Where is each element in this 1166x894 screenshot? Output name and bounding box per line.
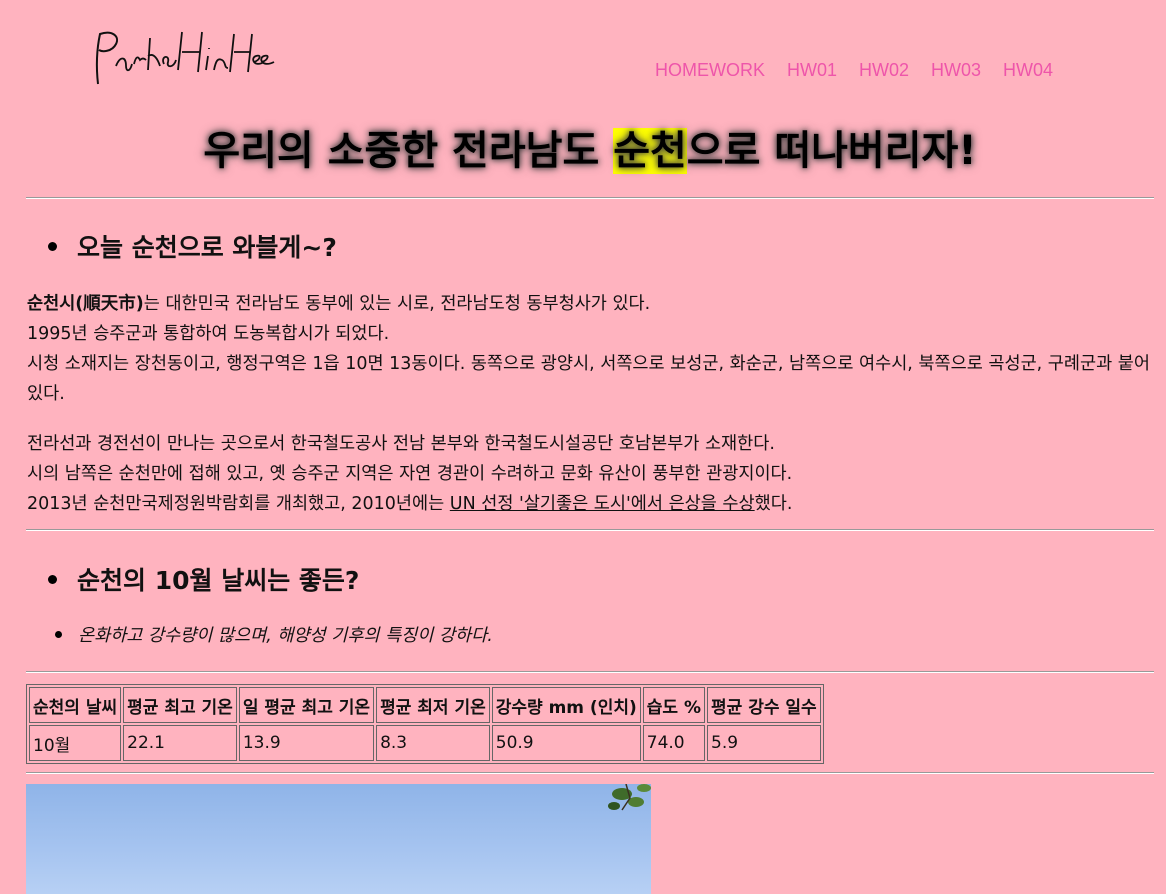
table-header: 평균 최고 기온	[123, 687, 237, 723]
table-row: 10월 22.1 13.9 8.3 50.9 74.0 5.9	[29, 725, 821, 761]
table-cell: 10월	[29, 725, 122, 761]
un-award-link[interactable]: UN 선정 '살기좋은 도시'에서 은상을 수상	[450, 494, 755, 514]
title-before: 우리의 소중한 전라남도	[203, 128, 614, 174]
nav-hw03[interactable]: HW03	[931, 60, 981, 81]
divider	[26, 772, 1154, 774]
table-header: 평균 최저 기온	[376, 687, 490, 723]
title-after: 으로 떠나버리자!	[686, 128, 977, 174]
city-name-bold: 순천시(順天市)	[27, 294, 144, 314]
bullet-icon	[48, 574, 57, 584]
table-cell: 22.1	[123, 725, 237, 761]
para2-line3-start: 2013년 순천만국제정원박람회를 개최했고, 2010년에는	[27, 494, 450, 514]
table-cell: 50.9	[491, 725, 641, 761]
section1-para1: 순천시(順天市)는 대한민국 전라남도 동부에 있는 시로, 전라남도청 동부청…	[27, 289, 1152, 409]
title-highlight: 순천	[613, 128, 687, 174]
table-header: 습도 %	[642, 687, 705, 723]
weather-table: 순천의 날씨 평균 최고 기온 일 평균 최고 기온 평균 최저 기온 강수량 …	[26, 684, 824, 764]
para1-line2: 1995년 승주군과 통합하여 도농복합시가 되었다.	[27, 324, 390, 344]
climate-item: 온화하고 강수량이 많으며, 해양성 기후의 특징이 강하다.	[55, 622, 493, 647]
section1-heading-text: 오늘 순천으로 와블게~?	[77, 233, 337, 262]
nav-homework[interactable]: HOMEWORK	[655, 60, 765, 81]
section1-heading: 오늘 순천으로 와블게~?	[48, 228, 337, 264]
table-header-row: 순천의 날씨 평균 최고 기온 일 평균 최고 기온 평균 최저 기온 강수량 …	[29, 687, 821, 723]
section1-para2: 전라선과 경전선이 만나는 곳으로서 한국철도공사 전남 본부와 한국철도시설공…	[27, 429, 1152, 519]
divider	[26, 529, 1154, 531]
section2-heading-text: 순천의 10월 날씨는 좋든?	[77, 566, 360, 595]
tree-leaves-icon	[608, 784, 651, 811]
table-header: 평균 강수 일수	[707, 687, 821, 723]
nav-hw01[interactable]: HW01	[787, 60, 837, 81]
site-logo[interactable]	[90, 26, 280, 90]
table-header: 강수량 mm (인치)	[491, 687, 641, 723]
divider	[26, 671, 1154, 673]
para1-line3: 시청 소재지는 장천동이고, 행정구역은 1읍 10면 13동이다. 동쪽으로 …	[27, 354, 1150, 404]
bullet-icon	[55, 631, 62, 638]
bullet-icon	[48, 241, 57, 251]
para2-line3-end: 했다.	[754, 494, 793, 514]
para2-line2: 시의 남쪽은 순천만에 접해 있고, 옛 승주군 지역은 자연 경관이 수려하고…	[27, 464, 793, 484]
table-cell: 8.3	[376, 725, 490, 761]
table-header: 일 평균 최고 기온	[238, 687, 375, 723]
table-cell: 13.9	[238, 725, 375, 761]
climate-text: 온화하고 강수량이 많으며, 해양성 기후의 특징이 강하다.	[78, 626, 493, 646]
top-nav: HOMEWORK HW01 HW02 HW03 HW04	[655, 60, 1053, 81]
divider	[26, 197, 1154, 199]
table-cell: 5.9	[707, 725, 821, 761]
section2-heading: 순천의 10월 날씨는 좋든?	[48, 561, 359, 597]
page-title: 우리의 소중한 전라남도 순천으로 떠나버리자!	[0, 118, 1166, 176]
para2-line1: 전라선과 경전선이 만나는 곳으로서 한국철도공사 전남 본부와 한국철도시설공…	[27, 434, 775, 454]
table-cell: 74.0	[642, 725, 705, 761]
nav-hw04[interactable]: HW04	[1003, 60, 1053, 81]
table-header: 순천의 날씨	[29, 687, 122, 723]
para1-line1: 는 대한민국 전라남도 동부에 있는 시로, 전라남도청 동부청사가 있다.	[143, 294, 651, 314]
nav-hw02[interactable]: HW02	[859, 60, 909, 81]
suncheon-photo	[26, 784, 651, 894]
